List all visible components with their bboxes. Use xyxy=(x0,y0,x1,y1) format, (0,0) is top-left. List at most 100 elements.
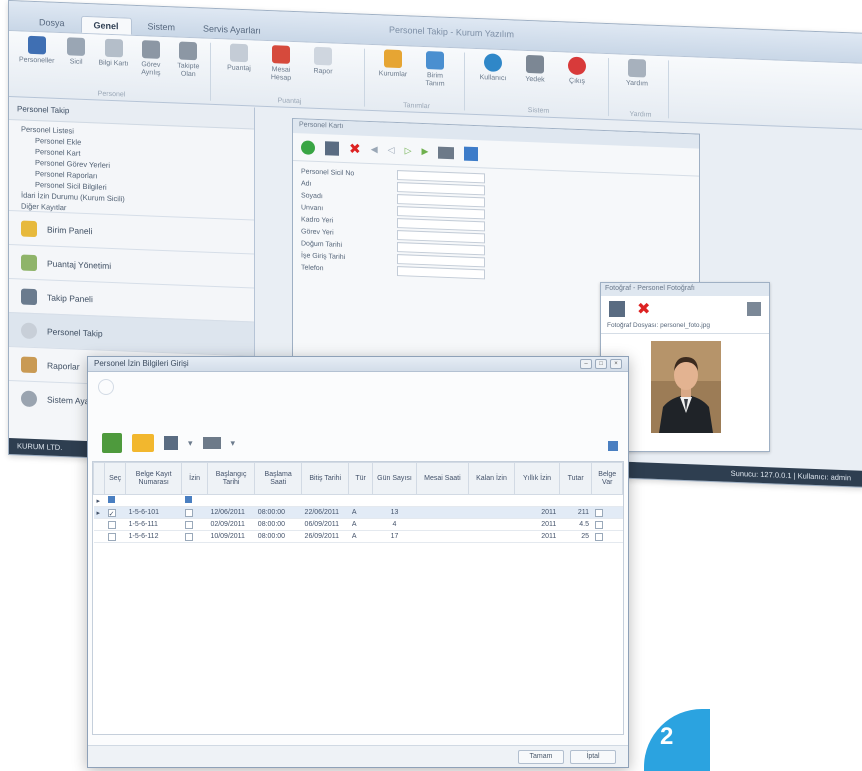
ribbon-duty-button[interactable]: Görev Ayrılış xyxy=(135,40,166,99)
leave-entry-dialog: Personel İzin Bilgileri Girişi – □ × ▾ ▾ xyxy=(87,356,629,768)
ribbon-help-button[interactable]: Yardım xyxy=(619,58,655,117)
filter-icon[interactable] xyxy=(107,496,115,503)
chart-icon xyxy=(21,253,37,271)
ribbon-backup-button[interactable]: Yedek xyxy=(517,54,553,114)
status-company: KURUM LTD. xyxy=(17,441,63,453)
personnel-photo xyxy=(651,341,721,433)
tab-file[interactable]: Dosya xyxy=(27,14,77,33)
ribbon-tracking-button[interactable]: Takipte Olan xyxy=(173,41,204,100)
ribbon-unit-button[interactable]: Birim Tanım xyxy=(417,51,453,110)
next-record-icon[interactable]: ▷ xyxy=(405,145,412,156)
tab-general[interactable]: Genel xyxy=(80,15,132,35)
tab-system[interactable]: Sistem xyxy=(136,18,188,37)
ok-button[interactable]: Tamam xyxy=(518,750,564,764)
col-header[interactable]: Gün Sayısı xyxy=(371,462,418,495)
photo-toolbar: ✖ xyxy=(601,296,769,322)
ribbon-registry-button[interactable]: Sicil xyxy=(60,37,91,96)
ribbon-report-button[interactable]: Rapor xyxy=(305,46,341,105)
photo-path: Fotoğraf Dosyası: personel_foto.jpg xyxy=(601,322,769,334)
cancel-button[interactable]: İptal xyxy=(570,750,616,764)
chevron-down-icon[interactable]: ▾ xyxy=(231,438,236,449)
col-header[interactable]: Tutar xyxy=(558,462,593,495)
col-header[interactable]: Bitiş Tarihi xyxy=(301,462,350,495)
ribbon-user-button[interactable]: Kullanıcı xyxy=(475,53,511,112)
step-number-badge: 2 xyxy=(644,709,710,771)
last-record-icon[interactable]: ▶ xyxy=(422,146,429,157)
save-icon[interactable] xyxy=(325,140,339,156)
excel-icon[interactable] xyxy=(102,433,122,453)
leave-grid: Seç Belge Kayıt Numarası İzin Başlangıç … xyxy=(92,461,624,735)
ribbon-personnel-button[interactable]: Personeller xyxy=(19,35,54,94)
camera-icon[interactable] xyxy=(747,302,761,316)
app-title: Personel Takip - Kurum Yazılım xyxy=(389,24,515,40)
print-icon[interactable] xyxy=(202,437,221,449)
table-row[interactable]: ▸ ✓ 1-5-6-101 12/06/2011 08:00:00 22/06/… xyxy=(93,506,623,519)
ribbon-overtime-button[interactable]: Mesai Hesap xyxy=(263,45,299,104)
photo-window-title: Fotoğraf - Personel Fotoğrafı xyxy=(601,283,769,296)
col-header[interactable]: Mesai Saati xyxy=(416,462,469,495)
table-row[interactable]: 1-5-6-111 02/09/2011 08:00:00 06/09/2011… xyxy=(93,518,623,531)
first-record-icon[interactable]: ◀ xyxy=(371,144,378,155)
ribbon-institutions-button[interactable]: Kurumlar xyxy=(375,49,411,108)
ribbon-timesheet-button[interactable]: Puantaj xyxy=(221,43,257,102)
form-input[interactable] xyxy=(397,266,485,280)
print-icon[interactable] xyxy=(438,146,455,159)
status-connection: Sunucu: 127.0.0.1 | Kullanıcı: admin xyxy=(730,468,851,483)
ribbon-group-label: Yardım xyxy=(629,110,652,119)
save-icon[interactable] xyxy=(609,301,625,317)
col-header[interactable]: Seç xyxy=(104,462,127,495)
col-header[interactable]: Kalan İzin xyxy=(467,462,516,495)
document-checkbox[interactable] xyxy=(594,520,603,529)
leave-checkbox[interactable] xyxy=(184,532,193,541)
dialog-title: Personel İzin Bilgileri Girişi – □ × xyxy=(88,357,628,372)
ribbon-group-system: Kullanıcı Yedek Çıkış Sistem xyxy=(469,52,609,117)
delete-icon[interactable]: ✖ xyxy=(349,140,361,157)
ribbon-card-button[interactable]: Bilgi Kartı xyxy=(98,38,129,97)
screenshot-stage: Dosya Genel Sistem Servis Ayarları Perso… xyxy=(0,0,862,771)
col-header[interactable]: Yıllık İzin xyxy=(514,462,560,495)
prev-record-icon[interactable]: ◁ xyxy=(388,145,395,156)
save-icon[interactable] xyxy=(164,436,178,450)
grid-header-row: Seç Belge Kayıt Numarası İzin Başlangıç … xyxy=(92,462,623,495)
ribbon-group-label: Puantaj xyxy=(277,97,302,106)
filter-icon[interactable] xyxy=(184,496,192,503)
col-header[interactable]: Başlama Saati xyxy=(254,462,303,495)
dialog-footer: Tamam İptal xyxy=(88,745,628,767)
ribbon-group-timesheet: Puantaj Mesai Hesap Rapor Puantaj xyxy=(215,42,365,107)
folder-icon xyxy=(21,355,37,373)
sidebar-tree: Personel Listesi Personel Ekle Personel … xyxy=(9,120,254,219)
col-header[interactable]: İzin xyxy=(181,462,208,495)
col-header[interactable]: Tür xyxy=(348,462,373,495)
dialog-title-text: Personel İzin Bilgileri Girişi xyxy=(94,359,189,368)
leave-checkbox[interactable] xyxy=(184,520,193,529)
row-select-checkbox[interactable] xyxy=(107,532,116,541)
leave-checkbox[interactable] xyxy=(184,508,193,517)
col-header[interactable]: Başlangıç Tarihi xyxy=(206,462,256,495)
col-header[interactable]: Belge Var xyxy=(591,462,623,495)
delete-icon[interactable]: ✖ xyxy=(637,299,650,319)
close-button[interactable]: × xyxy=(610,359,622,369)
ribbon-exit-button[interactable]: Çıkış xyxy=(559,56,595,115)
add-circle-icon[interactable] xyxy=(98,379,114,395)
row-select-checkbox[interactable] xyxy=(107,520,116,529)
add-icon[interactable] xyxy=(301,139,315,155)
document-checkbox[interactable] xyxy=(594,508,603,517)
col-header[interactable]: Belge Kayıt Numarası xyxy=(125,462,183,495)
folder-icon[interactable] xyxy=(132,434,154,452)
chevron-down-icon[interactable]: ▾ xyxy=(188,438,193,449)
search-icon xyxy=(21,321,37,339)
table-row[interactable]: 1-5-6-112 10/09/2011 08:00:00 26/09/2011… xyxy=(93,530,623,543)
tab-service[interactable]: Servis Ayarları xyxy=(191,20,273,40)
column-chooser-icon[interactable] xyxy=(608,441,618,451)
dialog-toolbar: ▾ ▾ xyxy=(102,433,235,453)
maximize-button[interactable]: □ xyxy=(595,359,607,369)
window-controls: – □ × xyxy=(580,359,622,369)
filter-row: ▸ xyxy=(93,494,623,507)
ribbon-group-personnel: Personeller Sicil Bilgi Kartı Görev Ayrı… xyxy=(13,35,211,101)
star-icon xyxy=(21,219,37,237)
row-select-checkbox[interactable]: ✓ xyxy=(107,508,116,518)
export-icon[interactable] xyxy=(464,146,479,161)
document-checkbox[interactable] xyxy=(594,532,603,541)
minimize-button[interactable]: – xyxy=(580,359,592,369)
people-icon xyxy=(21,287,37,305)
